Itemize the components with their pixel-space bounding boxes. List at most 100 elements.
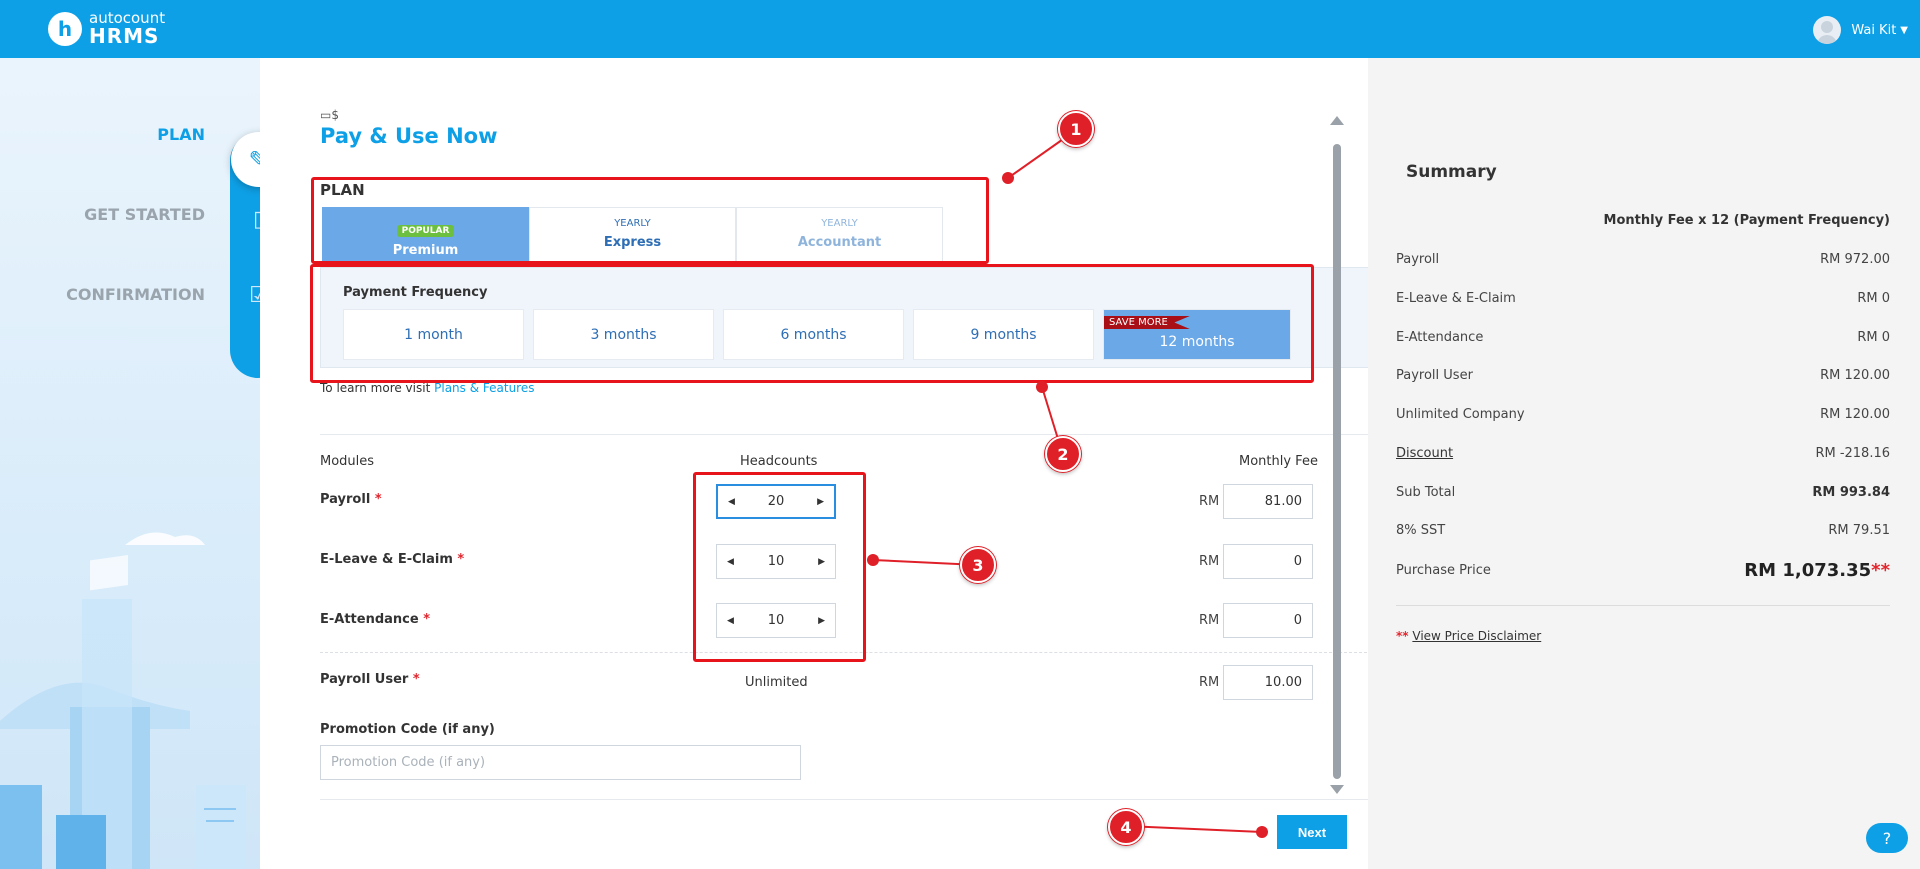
e-attendance-fee-field: 0	[1223, 603, 1313, 638]
app-logo[interactable]: h autocount HRMS	[48, 11, 165, 46]
summary-label: Payroll User	[1396, 368, 1473, 383]
annotation-box-frequency	[310, 264, 1314, 383]
module-e-leave: E-Leave & E-Claim *	[320, 552, 464, 567]
price-disclaimer: ** View Price Disclaimer	[1396, 629, 1541, 643]
summary-label: E-Attendance	[1396, 330, 1484, 345]
currency-label: RM	[1199, 675, 1220, 690]
module-label: Payroll	[320, 492, 371, 507]
monthly-fee-header: Monthly Fee	[1239, 454, 1318, 469]
step-plan[interactable]: PLAN	[5, 125, 205, 144]
annotation-marker-3: 3	[960, 547, 996, 583]
footer-divider	[320, 799, 1372, 800]
disclaimer-stars: **	[1396, 629, 1409, 643]
payroll-user-headcount: Unlimited	[745, 675, 808, 690]
summary-value: RM 993.84	[1812, 485, 1890, 500]
summary-label: Purchase Price	[1396, 563, 1491, 578]
summary-column-header: Monthly Fee x 12 (Payment Frequency)	[1603, 213, 1890, 228]
learn-more-text: To learn more visit Plans & Features	[320, 381, 535, 395]
annotation-marker-4: 4	[1108, 809, 1144, 845]
annotation-dot	[1256, 826, 1268, 838]
summary-row: Payroll RM 972.00	[1396, 252, 1890, 267]
summary-row: 8% SST RM 79.51	[1396, 523, 1890, 538]
currency-label: RM	[1199, 613, 1220, 628]
summary-row-subtotal: Sub Total RM 993.84	[1396, 485, 1890, 500]
summary-row: Payroll User RM 120.00	[1396, 368, 1890, 383]
headcounts-header: Headcounts	[740, 454, 818, 469]
required-mark: *	[457, 552, 465, 567]
payroll-fee-field: 81.00	[1223, 484, 1313, 519]
promo-code-input[interactable]	[320, 745, 801, 780]
checklist-icon[interactable]: ☑	[244, 280, 260, 310]
summary-row: Unlimited Company RM 120.00	[1396, 407, 1890, 422]
annotation-box-headcounts	[693, 472, 866, 662]
divider	[320, 434, 1372, 435]
promo-code-label: Promotion Code (if any)	[320, 722, 495, 737]
e-leave-fee-field: 0	[1223, 544, 1313, 579]
summary-divider	[1396, 605, 1890, 606]
currency-label: RM	[1199, 554, 1220, 569]
next-button[interactable]: Next	[1277, 815, 1347, 849]
summary-row: E-Leave & E-Claim RM 0	[1396, 291, 1890, 306]
modules-header: Modules	[320, 454, 375, 469]
annotation-marker-1: 1	[1058, 111, 1094, 147]
discount-link[interactable]: Discount	[1396, 446, 1453, 461]
purchase-price: RM 1,073.35	[1744, 560, 1872, 581]
module-payroll: Payroll *	[320, 492, 382, 507]
summary-label: Payroll	[1396, 252, 1440, 267]
summary-label: 8% SST	[1396, 523, 1446, 538]
help-icon[interactable]: ?	[1866, 823, 1908, 853]
brand-bottom: HRMS	[89, 24, 160, 48]
required-mark: *	[374, 492, 382, 507]
summary-label: Unlimited Company	[1396, 407, 1525, 422]
summary-panel: Summary Monthly Fee x 12 (Payment Freque…	[1368, 58, 1920, 869]
module-label: E-Attendance	[320, 612, 419, 627]
building-icon[interactable]: ▯	[244, 204, 260, 234]
summary-label: Sub Total	[1396, 485, 1456, 500]
summary-row: E-Attendance RM 0	[1396, 330, 1890, 345]
plans-features-link[interactable]: Plans & Features	[434, 381, 534, 395]
step-get-started[interactable]: GET STARTED	[5, 205, 205, 224]
top-bar: h autocount HRMS Wai Kit ▼	[0, 0, 1920, 58]
summary-row-purchase: Purchase Price RM 1,073.35**	[1396, 560, 1890, 581]
summary-value: RM 0	[1857, 291, 1890, 306]
currency-label: RM	[1199, 494, 1220, 509]
logo-mark: h	[48, 11, 82, 46]
summary-title: Summary	[1406, 162, 1497, 182]
summary-value: RM 120.00	[1820, 368, 1890, 383]
summary-value: RM 0	[1857, 330, 1890, 345]
annotation-box-plan	[311, 177, 989, 264]
city-illustration	[0, 532, 246, 869]
summary-row-discount: Discount RM -218.16	[1396, 446, 1890, 461]
step-confirmation[interactable]: CONFIRMATION	[5, 285, 205, 304]
summary-value: RM 79.51	[1828, 523, 1890, 538]
scroll-down-arrow[interactable]	[1330, 785, 1344, 794]
annotation-dot	[1036, 381, 1048, 393]
avatar	[1813, 16, 1842, 44]
annotation-dot	[1002, 172, 1014, 184]
user-menu[interactable]: Wai Kit ▼	[1813, 16, 1908, 44]
stepper-panel: ✎ ▯ ☑ PLAN GET STARTED CONFIRMATION	[0, 58, 260, 869]
module-label: E-Leave & E-Claim	[320, 552, 453, 567]
module-payroll-user: Payroll User *	[320, 672, 420, 687]
chevron-down-icon: ▼	[1900, 24, 1908, 36]
summary-value: RM -218.16	[1815, 446, 1890, 461]
user-name: Wai Kit	[1851, 22, 1897, 38]
logo-text: autocount HRMS	[89, 11, 165, 48]
summary-value: RM 972.00	[1820, 252, 1890, 267]
scroll-up-arrow[interactable]	[1330, 116, 1344, 125]
module-e-attendance: E-Attendance *	[320, 612, 430, 627]
payment-card-icon: ▭$	[320, 108, 339, 122]
page-title: Pay & Use Now	[320, 124, 498, 148]
required-mark: *	[412, 672, 420, 687]
annotation-marker-2: 2	[1045, 436, 1081, 472]
scrollbar-thumb[interactable]	[1333, 144, 1341, 779]
learn-more-prefix: To learn more visit	[320, 381, 431, 395]
summary-value: RM 120.00	[1820, 407, 1890, 422]
summary-label: E-Leave & E-Claim	[1396, 291, 1516, 306]
required-mark: *	[423, 612, 431, 627]
payroll-user-fee-field: 10.00	[1223, 665, 1313, 700]
annotation-dot	[867, 554, 879, 566]
price-stars: **	[1871, 560, 1890, 581]
module-label: Payroll User	[320, 672, 409, 687]
view-price-disclaimer-link[interactable]: View Price Disclaimer	[1412, 629, 1541, 643]
